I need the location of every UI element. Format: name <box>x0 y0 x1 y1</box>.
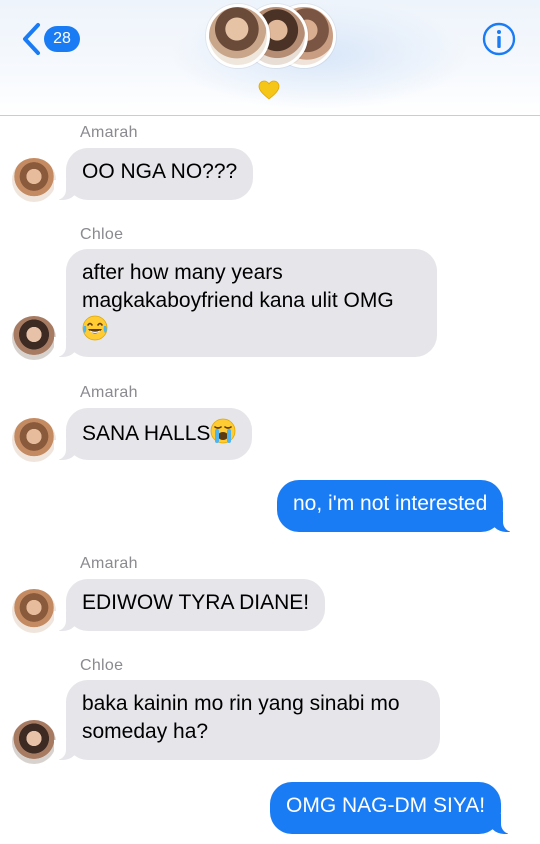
message-text: baka kainin mo rin yang sinabi mo someda… <box>82 692 400 743</box>
group-avatar-stack[interactable] <box>206 4 336 70</box>
sender-name: Amarah <box>80 384 138 401</box>
info-icon[interactable] <box>482 22 516 56</box>
avatar[interactable] <box>12 720 56 764</box>
unread-count-badge: 28 <box>44 26 80 52</box>
yellow-heart-icon <box>258 80 280 100</box>
sender-name: Amarah <box>80 124 138 141</box>
message-text: EDIWOW TYRA DIANE! <box>82 591 310 614</box>
message-bubble-incoming[interactable]: OO NGA NO??? <box>53 148 254 200</box>
message-text: SANA HALLS <box>82 422 211 445</box>
message-text: OMG NAG-DM SIYA! <box>286 794 486 817</box>
message-bubble-incoming[interactable]: after how many years magkakaboyfriend ka… <box>54 249 437 357</box>
message-text: OO NGA NO??? <box>82 160 238 183</box>
back-button[interactable]: 28 <box>20 22 80 56</box>
message-bubble-outgoing[interactable]: no, i'm not interested <box>277 480 516 532</box>
face-with-tears-of-joy-icon <box>82 315 108 341</box>
message-bubble-incoming[interactable]: EDIWOW TYRA DIANE! <box>53 579 326 631</box>
avatar[interactable] <box>12 418 56 462</box>
chat-header: 28 <box>0 0 540 116</box>
avatar[interactable] <box>12 316 56 360</box>
sender-name: Chloe <box>80 226 124 243</box>
message-bubble-incoming[interactable]: SANA HALLS <box>53 408 253 460</box>
chevron-left-icon <box>23 23 40 55</box>
message-bubble-incoming[interactable]: baka kainin mo rin yang sinabi mo someda… <box>54 680 440 760</box>
avatar[interactable] <box>12 158 56 202</box>
message-text: after how many years magkakaboyfriend ka… <box>82 261 394 312</box>
sender-name: Amarah <box>80 555 138 572</box>
message-text: no, i'm not interested <box>293 492 488 515</box>
loudly-crying-face-icon <box>211 418 236 444</box>
message-bubble-outgoing[interactable]: OMG NAG-DM SIYA! <box>270 782 514 834</box>
sender-name: Chloe <box>80 657 124 674</box>
avatar[interactable] <box>12 589 56 633</box>
group-avatar <box>206 4 270 68</box>
